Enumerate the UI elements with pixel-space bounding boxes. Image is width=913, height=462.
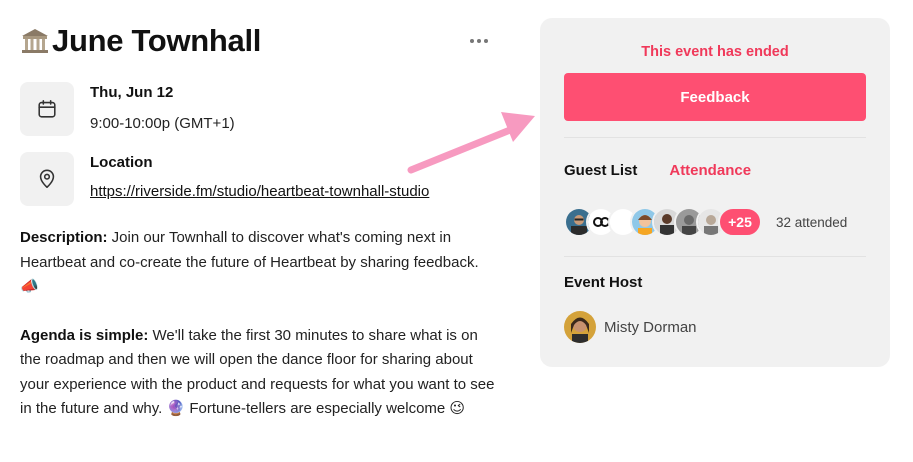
- agenda-paragraph: Agenda is simple: We'll take the first 3…: [20, 324, 500, 422]
- event-ended-status: This event has ended: [641, 44, 789, 60]
- feedback-button[interactable]: Feedback: [564, 73, 866, 121]
- tab-attendance[interactable]: Attendance: [669, 162, 751, 179]
- event-details: June Townhall Thu, Jun 12 9:00-10:00p (G…: [20, 18, 500, 422]
- guest-avatars[interactable]: +25 32 attended: [564, 207, 847, 237]
- event-status-panel: This event has ended Feedback Guest List…: [540, 18, 890, 367]
- avatar: [564, 311, 596, 343]
- calendar-icon-box: [20, 82, 74, 136]
- description-paragraph: Description: Join our Townhall to discov…: [20, 226, 500, 300]
- event-time: 9:00-10:00p (GMT+1): [90, 115, 235, 132]
- host-name: Misty Dorman: [604, 318, 697, 336]
- location-label: Location: [90, 154, 153, 171]
- event-host[interactable]: Misty Dorman: [564, 311, 697, 343]
- more-options-icon[interactable]: [468, 30, 490, 52]
- annotation-arrow-icon: [407, 112, 535, 174]
- guest-tabs: Guest List Attendance: [564, 162, 751, 179]
- event-description: Description: Join our Townhall to discov…: [20, 226, 500, 422]
- calendar-icon: [38, 99, 56, 118]
- tab-guest-list[interactable]: Guest List: [564, 162, 637, 179]
- divider: [564, 256, 866, 257]
- map-pin-icon: [39, 169, 55, 189]
- agenda-label: Agenda is simple:: [20, 326, 149, 344]
- event-date: Thu, Jun 12: [90, 84, 174, 101]
- classical-building-icon: [22, 29, 48, 53]
- description-label: Description:: [20, 229, 108, 246]
- location-icon-box: [20, 152, 74, 206]
- event-title: June Townhall: [52, 23, 262, 58]
- title-row: June Townhall: [20, 18, 500, 64]
- event-host-label: Event Host: [564, 274, 643, 291]
- attended-count: 32 attended: [776, 214, 848, 230]
- divider: [564, 137, 866, 138]
- more-guests-badge[interactable]: +25: [718, 207, 762, 237]
- location-link[interactable]: https://riverside.fm/studio/heartbeat-to…: [90, 183, 429, 200]
